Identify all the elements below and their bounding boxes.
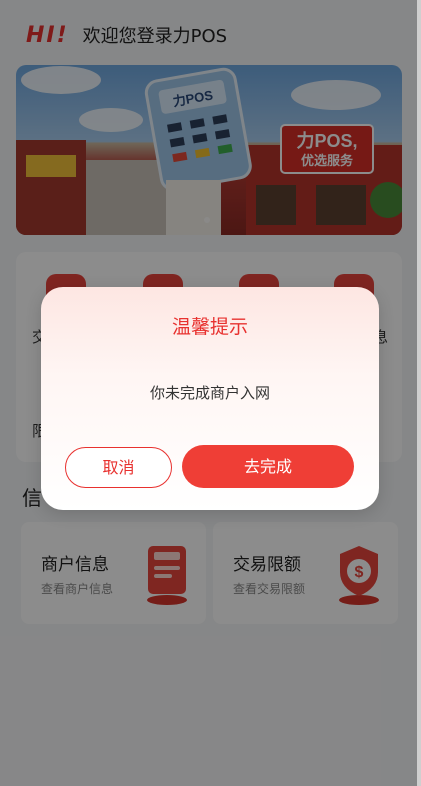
dialog-message: 你未完成商户入网: [149, 384, 270, 402]
cancel-button[interactable]: 取消: [65, 447, 172, 488]
dialog-title: 温馨提示: [171, 316, 248, 338]
notice-dialog: 温馨提示 你未完成商户入网 取消 去完成: [41, 287, 379, 510]
scrollbar-edge: [417, 0, 421, 786]
complete-button[interactable]: 去完成: [182, 445, 354, 488]
